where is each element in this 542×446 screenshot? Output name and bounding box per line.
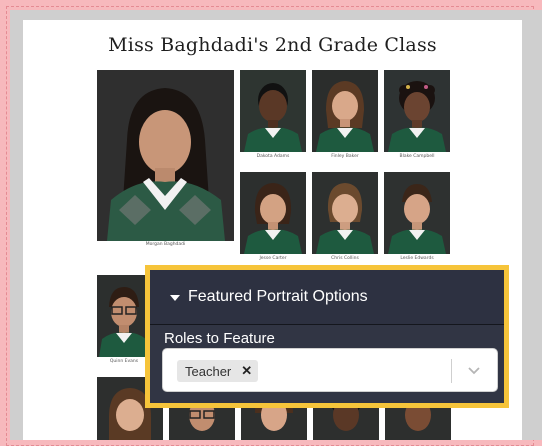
teacher-portrait[interactable]: Morgan Baghdadi (97, 70, 234, 247)
roles-field-label: Roles to Feature (164, 330, 275, 347)
student-name: Chris Collins (331, 256, 359, 261)
page-title: Miss Baghdadi's 2nd Grade Class (108, 34, 437, 56)
roles-select[interactable]: Teacher ✕ (162, 348, 498, 392)
teacher-photo (97, 70, 234, 241)
student-name: Leslie Edwards (400, 256, 434, 261)
student-portrait[interactable]: Chris Collins (312, 172, 378, 261)
select-separator (451, 359, 452, 383)
student-portrait[interactable]: Leslie Edwards (384, 172, 450, 261)
student-portrait[interactable]: Blake Campbell (384, 70, 450, 159)
student-name: Jesse Carter (259, 256, 287, 261)
chevron-down-icon[interactable] (467, 363, 481, 377)
remove-icon[interactable]: ✕ (241, 363, 252, 379)
student-portrait[interactable]: Quinn Evans (97, 275, 151, 364)
student-name: Finley Baker (331, 154, 359, 159)
student-name: Dakota Adams (256, 154, 290, 159)
teacher-name: Morgan Baghdadi (145, 242, 186, 247)
role-chip: Teacher ✕ (177, 360, 259, 382)
student-photo (97, 275, 151, 357)
student-photo (384, 172, 450, 254)
panel-title: Featured Portrait Options (188, 288, 368, 305)
student-photo (312, 172, 378, 254)
student-portrait[interactable]: Finley Baker (312, 70, 378, 159)
featured-portrait-options-panel: Featured Portrait Options Roles to Featu… (145, 265, 509, 408)
panel-header[interactable]: Featured Portrait Options (150, 270, 504, 325)
student-photo (312, 70, 378, 152)
role-chip-label: Teacher (185, 363, 232, 379)
student-photo (384, 70, 450, 152)
student-portrait[interactable]: Jesse Carter (240, 172, 306, 261)
student-name: Blake Campbell (399, 154, 435, 159)
student-portrait[interactable]: Dakota Adams (240, 70, 306, 159)
student-photo (240, 172, 306, 254)
caret-down-icon[interactable] (170, 295, 180, 301)
student-name: Quinn Evans (109, 359, 139, 364)
student-photo (240, 70, 306, 152)
